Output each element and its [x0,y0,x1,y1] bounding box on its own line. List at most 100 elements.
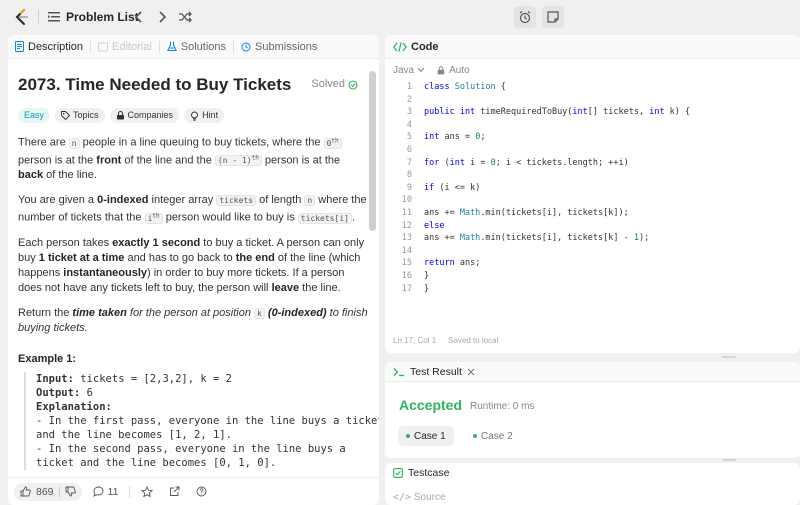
save-status: Saved to local [448,336,499,345]
close-icon[interactable] [467,368,475,376]
code-line: 6 [406,144,412,155]
history-icon [241,42,251,51]
thumbs-up-icon[interactable] [20,486,31,497]
code-line: 9 if (i <= k) [406,182,481,193]
flask-icon [166,41,177,51]
topbar-divider [38,10,39,24]
editor-status: Ln 17, Col 1 Saved to local [393,336,498,345]
tab-editorial[interactable]: Editorial [91,35,159,59]
left-tabs: Description Editorial Solutions Submissi… [8,35,379,59]
problem-list-icon[interactable] [47,10,61,24]
case-1-tab[interactable]: Case 1 [398,426,454,446]
code-line: 12 else [401,220,445,231]
code-line: 16} [401,270,430,281]
description-paragraph-4: Return the time taken for the person at … [18,306,368,334]
note-icon[interactable] [542,6,564,28]
code-icon [393,41,407,52]
chevron-down-icon [417,67,425,73]
star-icon [141,485,154,497]
hint-tag[interactable]: Hint [184,108,225,123]
question-circle-icon [196,486,207,497]
example-heading: Example 1: [18,353,77,365]
auto-mode-label: Auto [449,64,470,76]
checkbox-icon [393,468,403,478]
tab-label: Description [28,40,84,53]
share-button[interactable] [164,486,185,497]
topics-tag[interactable]: Topics [55,108,105,123]
chevron-right-icon[interactable] [153,8,171,26]
example-line: Explanation: [36,401,112,413]
shuffle-icon[interactable] [176,8,194,26]
example-block: Input: tickets = [2,3,2], k = 2 Output: 6… [24,372,379,470]
terminal-icon [393,367,404,376]
example-line: and the line becomes [1, 2, 1]. [36,429,232,441]
check-circle-icon [348,79,358,90]
lock-icon [437,65,445,74]
companies-tag[interactable]: Companies [109,108,180,123]
code-panel-header: Code [385,35,800,59]
language-select[interactable]: Java [393,65,425,76]
solved-status: Solved [311,77,358,92]
code-panel: Code Java Auto 1 class Solution { 2 3 publ… [385,35,800,353]
like-dislike-group: 869 [14,482,82,501]
favorite-button[interactable] [136,485,158,498]
problem-description: 2073. Time Needed to Buy Tickets Solved … [18,73,368,336]
tab-solutions[interactable]: Solutions [160,35,233,59]
help-button[interactable] [191,486,212,497]
code-line: 2 [406,94,412,105]
tag-label: Hint [202,110,219,120]
description-scrollbar[interactable] [369,71,376,231]
description-paragraph-1: There are n people in a line queuing to … [18,136,342,182]
problem-list-label[interactable]: Problem List [66,10,139,24]
like-separator [58,486,60,497]
lightbulb-icon [191,111,199,121]
testcase-panel: Testcase </> Source [385,463,800,505]
source-label[interactable]: </> Source [393,492,446,503]
case-label: Case 1 [414,430,446,442]
thumbs-down-icon[interactable] [65,486,76,497]
tab-label: Solutions [180,40,227,53]
case-label: Case 2 [481,430,513,442]
resize-handle[interactable] [722,459,736,461]
resize-handle[interactable] [722,356,736,358]
tab-description[interactable]: Description [8,35,90,59]
example-line: - In the first pass, everyone in the lin… [36,415,379,427]
verdict-text: Accepted [399,397,463,413]
example-line: Output: 6 [36,387,93,399]
test-result-title[interactable]: Test Result [410,366,462,378]
example-line: ticket and the line becomes [0, 1, 0]. [36,457,277,469]
code-line: 13 ans += Math.min(tickets[i], tickets[k]… [401,233,650,244]
code-editor[interactable]: 1 class Solution { 2 3 public int timeRequ… [385,81,800,295]
leetcode-logo-icon[interactable] [13,8,31,26]
comments-button[interactable]: 11 [88,486,124,498]
code-line: 15 return ans; [401,258,481,269]
example-line: Input: tickets = [2,3,2], k = 2 [36,373,232,385]
chevron-left-icon[interactable] [130,8,148,26]
test-result-panel: Test Result Accepted Runtime: 0 ms Case … [385,362,800,458]
testcase-title[interactable]: Testcase [408,467,449,479]
auto-mode[interactable]: Auto [437,65,470,76]
tag-icon [61,111,71,120]
tag-label: Topics [73,110,99,120]
code-line: 8 [406,170,412,181]
comments-count: 11 [107,485,119,498]
testcase-header: Testcase [385,463,800,483]
code-line: 3 public int timeRequiredToBuy(int[] tick… [406,107,691,118]
pass-dot [473,434,477,438]
pass-dot [406,434,410,438]
code-line: 4 [406,119,412,130]
code-line: 5 int ans = 0; [406,132,486,143]
description-footer: 869 11 [8,477,379,505]
code-line: 7 for (int i = 0; i < tickets.length; ++i… [406,157,629,168]
tab-submissions[interactable]: Submissions [234,35,324,59]
document-icon [15,41,24,52]
lock-icon [116,111,124,120]
case-2-tab[interactable]: Case 2 [465,426,521,446]
code-line: 14 [401,245,412,256]
problem-tags: Easy Topics Companies Hint [18,108,368,123]
share-icon [170,486,180,496]
code-line: 11 ans += Math.min(tickets[i], tickets[k]… [401,207,629,218]
language-row: Java Auto [385,59,800,81]
alarm-clock-icon[interactable] [514,6,536,28]
footer-separator [129,485,131,498]
